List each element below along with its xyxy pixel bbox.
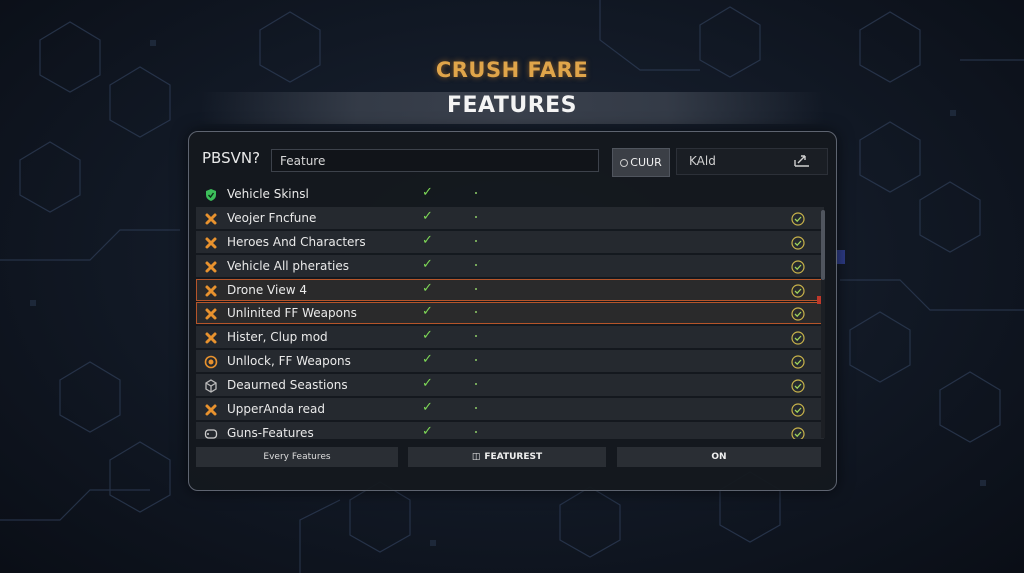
checkmark-icon: ✓ [422, 400, 433, 416]
scrollbar-thumb[interactable] [821, 210, 825, 280]
feature-row[interactable]: Guns-Features ✓ [196, 421, 824, 439]
tab-featurest-label: FEATUREST [484, 452, 543, 462]
brand-label: PBSVN? [202, 149, 261, 167]
checkmark-icon: ✓ [422, 185, 433, 200]
checkmark-icon: ✓ [422, 352, 433, 368]
dot-indicator [475, 383, 477, 386]
cross-icon [204, 306, 218, 320]
checkmark-icon: ✓ [422, 328, 433, 344]
feature-row[interactable]: Vehicle All pheraties ✓ [196, 254, 824, 277]
tab-every-features[interactable]: Every Features [196, 447, 398, 467]
features-panel: PBSVN? CUUR KAld Vehicle Skinsl✓Veojer F… [188, 131, 837, 491]
scrollbar[interactable] [821, 210, 825, 438]
dot-indicator [475, 359, 477, 362]
send-icon[interactable] [793, 153, 811, 169]
feature-row[interactable]: UpperAnda read ✓ [196, 398, 824, 421]
enabled-toggle-icon[interactable] [791, 426, 805, 439]
feature-row[interactable]: Unllock, FF Weapons ✓ [196, 350, 824, 373]
feature-row[interactable]: Drone View 4 ✓ [196, 278, 824, 301]
feature-label: Heroes And Characters [227, 234, 366, 249]
feature-row[interactable]: Vehicle Skinsl ✓ [196, 183, 824, 205]
kaid-label: KAld [689, 154, 716, 168]
feature-label: Unllock, FF Weapons [227, 354, 351, 369]
enabled-toggle-icon[interactable] [791, 283, 805, 298]
feature-row[interactable]: Deaurned Seastions ✓ [196, 374, 824, 397]
dot-indicator [475, 430, 477, 433]
cube-icon [204, 378, 218, 393]
shield-icon [204, 187, 218, 201]
checkmark-icon: ✓ [422, 423, 433, 439]
dot-indicator [475, 335, 477, 338]
dot-indicator [475, 311, 477, 314]
checkmark-icon: ✓ [422, 376, 433, 392]
enabled-toggle-icon[interactable] [791, 402, 805, 417]
cross-icon [204, 211, 218, 225]
tab-icon: ◫ [471, 452, 481, 462]
dot-indicator [475, 407, 477, 410]
feature-label: Hister, Clup mod [227, 330, 328, 345]
feature-label: Vehicle Skinsl [227, 187, 309, 201]
feature-label: Drone View 4 [227, 282, 307, 297]
feature-row[interactable]: Unlinited FF Weapons ✓ [196, 302, 824, 325]
radio-dot-icon [620, 158, 629, 167]
tab-featurest[interactable]: ◫ FEATUREST [408, 447, 606, 467]
feature-row[interactable]: Veojer Fncfune ✓ [196, 206, 824, 229]
game-logo: CRUSH FARE [435, 58, 589, 82]
feature-label: UpperAnda read [227, 402, 325, 417]
dot-indicator [475, 287, 477, 290]
scroll-marker [817, 296, 821, 304]
feature-label: Deaurned Seastions [227, 378, 348, 393]
dot-indicator [475, 263, 477, 266]
cross-icon [204, 235, 218, 249]
checkmark-icon: ✓ [422, 280, 433, 296]
feature-label: Unlinited FF Weapons [227, 306, 357, 321]
feature-label: Guns-Features [227, 425, 314, 439]
search-input[interactable] [271, 149, 599, 172]
cross-icon [204, 283, 218, 297]
checkmark-icon: ✓ [422, 208, 433, 224]
enabled-toggle-icon[interactable] [791, 259, 805, 274]
medal-icon [204, 354, 218, 369]
checkmark-icon: ✓ [422, 232, 433, 248]
feature-label: Vehicle All pheraties [227, 258, 349, 273]
page-title: FEATURES [446, 93, 578, 118]
feature-row[interactable]: Hister, Clup mod ✓ [196, 326, 824, 349]
enabled-toggle-icon[interactable] [791, 354, 805, 369]
cross-icon [204, 402, 218, 416]
enabled-toggle-icon[interactable] [791, 330, 805, 345]
cross-icon [204, 259, 218, 273]
enabled-toggle-icon[interactable] [791, 235, 805, 250]
cuur-button[interactable]: CUUR [612, 148, 670, 177]
feature-list: Vehicle Skinsl ✓ Veojer Fncfune ✓ Heroes And… [196, 183, 824, 439]
dot-indicator [475, 239, 477, 242]
enabled-toggle-icon[interactable] [791, 378, 805, 393]
kaid-field[interactable]: KAld [676, 148, 828, 175]
enabled-toggle-icon[interactable] [791, 211, 805, 226]
feature-label: Veojer Fncfune [227, 210, 317, 225]
feature-row[interactable]: Heroes And Characters ✓ [196, 230, 824, 253]
checkmark-icon: ✓ [422, 304, 433, 320]
gamepad-icon [204, 426, 218, 439]
dot-indicator [475, 215, 477, 218]
cross-icon [204, 330, 218, 344]
cuur-button-label: CUUR [630, 156, 662, 169]
enabled-toggle-icon[interactable] [791, 306, 805, 322]
dot-indicator [475, 192, 477, 194]
tab-on[interactable]: ON [617, 447, 821, 467]
checkmark-icon: ✓ [422, 256, 433, 272]
